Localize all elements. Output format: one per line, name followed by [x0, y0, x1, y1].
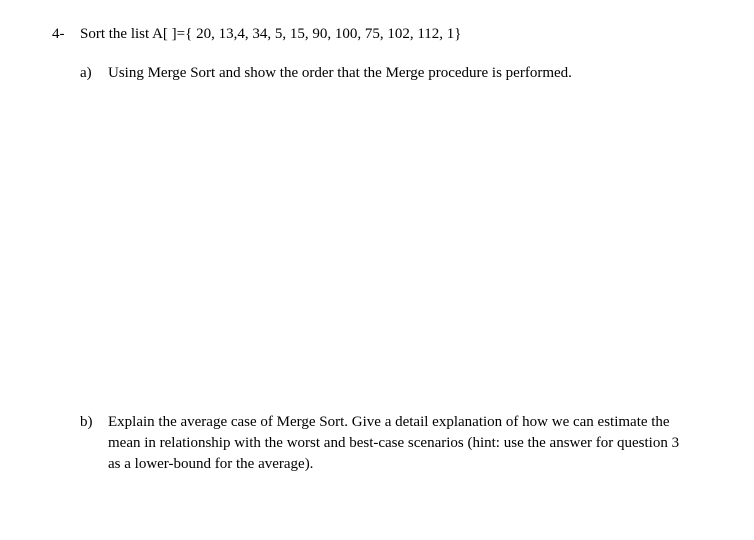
answer-space-a — [52, 84, 692, 412]
sub-a-label: a) — [80, 63, 108, 84]
question-main: 4- Sort the list A[ ]={ 20, 13,4, 34, 5,… — [52, 24, 692, 45]
question-text: Sort the list A[ ]={ 20, 13,4, 34, 5, 15… — [80, 24, 692, 45]
sub-b-label: b) — [80, 412, 108, 475]
sub-question-b: b) Explain the average case of Merge Sor… — [80, 412, 692, 475]
sub-b-text: Explain the average case of Merge Sort. … — [108, 412, 692, 475]
sub-question-a: a) Using Merge Sort and show the order t… — [80, 63, 692, 84]
question-number: 4- — [52, 24, 80, 45]
sub-a-text: Using Merge Sort and show the order that… — [108, 63, 692, 84]
